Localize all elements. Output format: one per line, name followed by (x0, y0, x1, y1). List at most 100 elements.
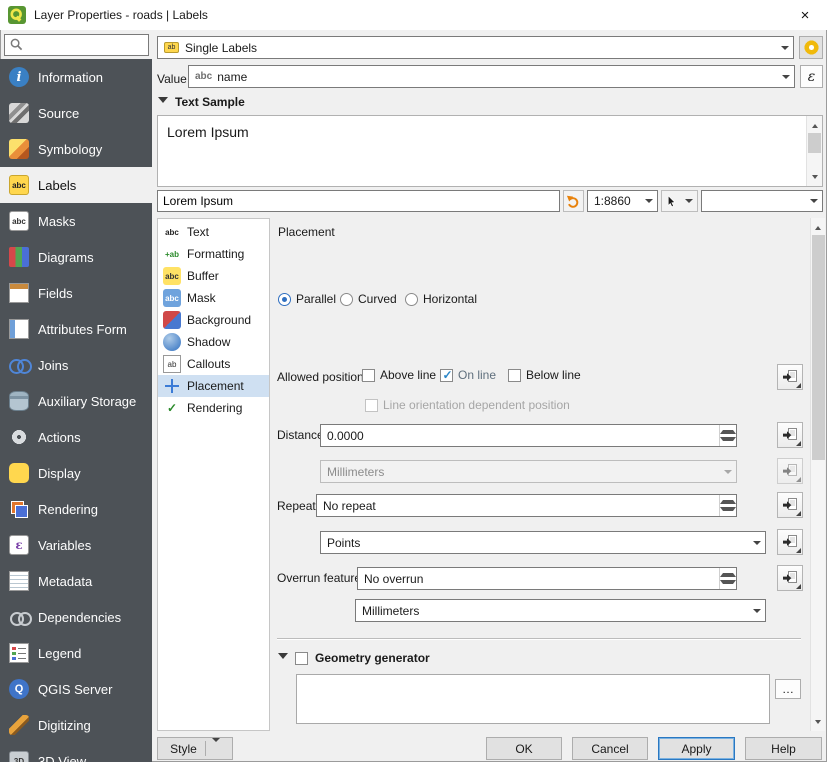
close-icon[interactable]: × (793, 7, 817, 24)
expression-builder-button[interactable]: ε (800, 65, 823, 88)
help-button[interactable]: Help (745, 737, 822, 760)
tab-buffer[interactable]: Buffer (158, 265, 269, 287)
spin-down-icon[interactable] (720, 436, 736, 447)
cancel-button[interactable]: Cancel (572, 737, 648, 760)
radio-horizontal[interactable]: Horizontal (405, 292, 477, 306)
sidebar-item-auxiliary-storage[interactable]: Auxiliary Storage (0, 383, 152, 419)
sidebar-item-symbology[interactable]: Symbology (0, 131, 152, 167)
sidebar-item-masks[interactable]: Masks (0, 203, 152, 239)
callouts-tab-icon (163, 355, 181, 373)
radio-parallel[interactable]: Parallel (278, 292, 336, 306)
checkbox-checked-icon (440, 369, 453, 382)
sample-text-input[interactable] (157, 190, 560, 212)
shadow-tab-icon (163, 333, 181, 351)
tab-mask[interactable]: Mask (158, 287, 269, 309)
information-icon (9, 67, 29, 87)
sidebar-item-attributes-form[interactable]: Attributes Form (0, 311, 152, 347)
data-defined-override-button[interactable] (777, 364, 803, 390)
ok-button[interactable]: OK (486, 737, 562, 760)
title-bar[interactable]: Layer Properties - roads | Labels × (0, 0, 827, 30)
geometry-generator-expression[interactable] (296, 674, 770, 724)
checkbox-line-orientation[interactable]: Line orientation dependent position (365, 398, 570, 412)
preview-background-combo[interactable] (701, 190, 823, 212)
sidebar-item-rendering[interactable]: Rendering (0, 491, 152, 527)
spin-buttons (719, 495, 736, 516)
automated-placement-settings-button[interactable] (799, 36, 823, 59)
sidebar-item-metadata[interactable]: Metadata (0, 563, 152, 599)
scroll-down-icon[interactable] (807, 170, 822, 186)
sidebar-item-display[interactable]: Display (0, 455, 152, 491)
sidebar-item-fields[interactable]: Fields (0, 275, 152, 311)
overrun-spinbox[interactable]: No overrun (357, 567, 737, 590)
tab-rendering[interactable]: Rendering (158, 397, 269, 419)
distance-value: 0.0000 (327, 429, 364, 443)
geometry-generator-header[interactable]: Geometry generator (278, 651, 430, 665)
repeat-label: Repeat (277, 498, 316, 514)
geometry-generator-checkbox[interactable] (295, 652, 308, 665)
sidebar-item-label: Digitizing (38, 718, 91, 733)
sidebar-item-diagrams[interactable]: Diagrams (0, 239, 152, 275)
data-defined-override-button[interactable] (777, 492, 803, 518)
data-defined-override-button[interactable] (777, 422, 803, 448)
tab-callouts[interactable]: Callouts (158, 353, 269, 375)
cursor-icon (665, 194, 678, 209)
checkbox-below-line[interactable]: Below line (508, 368, 581, 382)
repeat-spinbox[interactable]: No repeat (316, 494, 737, 517)
value-field-combo[interactable]: abc name (188, 65, 795, 88)
sidebar-item-dependencies[interactable]: Dependencies (0, 599, 152, 635)
map-settings-split-button[interactable] (661, 190, 698, 212)
sample-scrollbar[interactable] (806, 116, 822, 186)
sidebar-item-variables[interactable]: Variables (0, 527, 152, 563)
data-defined-override-button[interactable] (777, 458, 803, 484)
data-defined-override-button[interactable] (777, 565, 803, 591)
sidebar-item-legend[interactable]: Legend (0, 635, 152, 671)
text-sample-header[interactable]: Text Sample (158, 95, 245, 109)
preview-scale-combo[interactable]: 1:8860 (587, 190, 658, 212)
search-icon (10, 38, 23, 51)
sidebar-item-source[interactable]: Source (0, 95, 152, 131)
sidebar-item-digitizing[interactable]: Digitizing (0, 707, 152, 743)
reset-sample-button[interactable] (563, 190, 584, 212)
sidebar-item-information[interactable]: Information (0, 59, 152, 95)
spin-up-icon[interactable] (720, 568, 736, 579)
sidebar-item-3d-view[interactable]: 3D View (0, 743, 152, 762)
radio-curved[interactable]: Curved (340, 292, 397, 306)
repeat-unit-value: Points (327, 536, 360, 550)
sidebar-item-joins[interactable]: Joins (0, 347, 152, 383)
spin-down-icon[interactable] (720, 579, 736, 590)
repeat-unit-combo[interactable]: Points (320, 531, 766, 554)
panel-scrollbar[interactable] (810, 218, 825, 731)
tab-placement[interactable]: Placement (158, 375, 269, 397)
tab-background[interactable]: Background (158, 309, 269, 331)
tab-formatting[interactable]: Formatting (158, 243, 269, 265)
label-settings-tabs: Text Formatting Buffer Mask Background S… (157, 218, 270, 731)
spin-up-icon[interactable] (720, 425, 736, 436)
apply-button[interactable]: Apply (658, 737, 735, 760)
scrollbar-thumb[interactable] (808, 133, 821, 153)
spin-up-icon[interactable] (720, 495, 736, 506)
chevron-down-icon (776, 37, 793, 58)
data-defined-override-button[interactable] (777, 529, 803, 555)
label-mode-combo[interactable]: Single Labels (157, 36, 794, 59)
expression-dialog-button[interactable]: … (775, 679, 801, 699)
checkbox-above-line[interactable]: Above line (362, 368, 436, 382)
distance-spinbox[interactable]: 0.0000 (320, 424, 737, 447)
overrun-unit-combo[interactable]: Millimeters (355, 599, 766, 622)
scrollbar-thumb[interactable] (812, 235, 825, 460)
spin-down-icon[interactable] (720, 506, 736, 517)
style-button[interactable]: Style (157, 737, 233, 760)
sidebar-item-actions[interactable]: Actions (0, 419, 152, 455)
radio-label: Horizontal (423, 292, 477, 306)
search-input[interactable] (4, 34, 149, 56)
tab-shadow[interactable]: Shadow (158, 331, 269, 353)
scroll-up-icon[interactable] (807, 116, 822, 132)
sidebar-item-qgis-server[interactable]: QGIS Server (0, 671, 152, 707)
sidebar-item-label: Masks (38, 214, 76, 229)
sidebar-item-labels[interactable]: Labels (0, 167, 152, 203)
scroll-up-icon[interactable] (811, 218, 825, 234)
masks-icon (9, 211, 29, 231)
distance-unit-combo[interactable]: Millimeters (320, 460, 737, 483)
scroll-down-icon[interactable] (811, 715, 825, 731)
tab-text[interactable]: Text (158, 221, 269, 243)
checkbox-on-line[interactable]: On line (440, 368, 496, 382)
